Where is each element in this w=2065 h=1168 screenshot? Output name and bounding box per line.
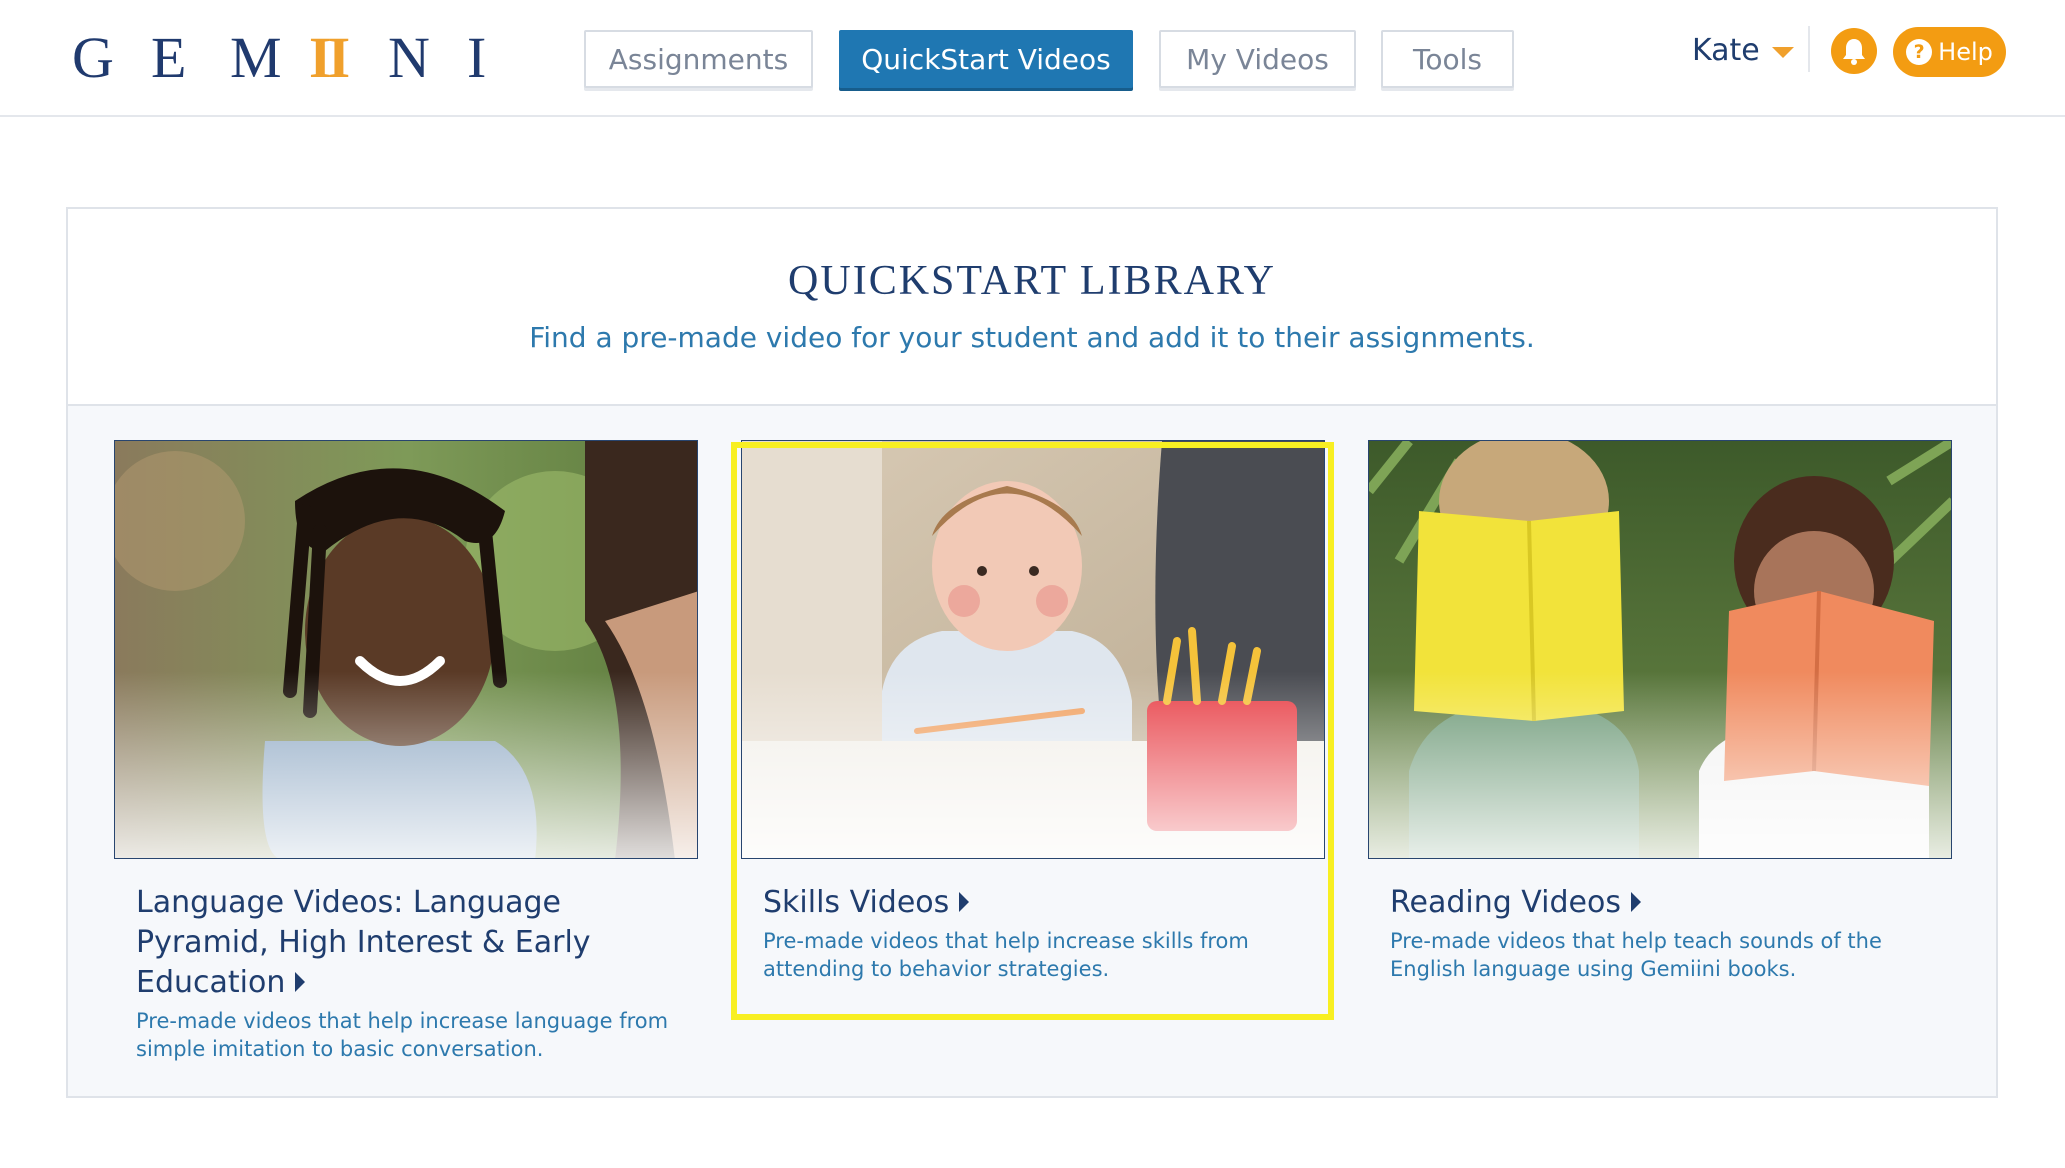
logo-letter: II xyxy=(309,24,350,90)
card-title-text: Skills Videos xyxy=(763,885,950,920)
language-videos-image[interactable] xyxy=(114,440,698,859)
library-header: QUICKSTART LIBRARY Find a pre-made video… xyxy=(68,209,1996,406)
nav-label: My Videos xyxy=(1186,42,1329,76)
page-title: QUICKSTART LIBRARY xyxy=(788,258,1276,304)
card-title[interactable]: Language Videos: Language Pyramid, High … xyxy=(136,883,676,1003)
reading-videos-image[interactable] xyxy=(1368,440,1952,859)
logo-letter: E xyxy=(151,24,187,90)
logo-letter: N xyxy=(388,24,430,90)
top-header: G E M II N I Assignments QuickStart Vide… xyxy=(0,0,2065,117)
logo-letter: G xyxy=(72,24,114,90)
chevron-down-icon xyxy=(1771,46,1794,58)
nav-label: Tools xyxy=(1413,42,1482,76)
card-description: Pre-made videos that help increase langu… xyxy=(136,1009,669,1061)
card-language-videos[interactable]: Language Videos: Language Pyramid, High … xyxy=(114,440,698,1063)
card-title[interactable]: Reading Videos xyxy=(1390,883,1930,923)
user-name: Kate xyxy=(1692,32,1760,68)
quickstart-library-panel: QUICKSTART LIBRARY Find a pre-made video… xyxy=(66,207,1998,1098)
card-reading-videos[interactable]: Reading Videos Pre-made videos that help… xyxy=(1368,440,1952,983)
card-skills-videos[interactable]: Skills Videos Pre-made videos that help … xyxy=(741,440,1325,983)
bell-icon xyxy=(1843,39,1865,65)
gemiini-logo[interactable]: G E M II N I xyxy=(72,24,497,90)
nav-label: Assignments xyxy=(608,42,789,76)
nav-my-videos-button[interactable]: My Videos xyxy=(1159,30,1356,88)
help-icon: ? xyxy=(1906,39,1933,65)
caret-right-icon xyxy=(1631,892,1641,912)
page-subtitle: Find a pre-made video for your student a… xyxy=(529,321,1535,354)
nav-quickstart-videos-button[interactable]: QuickStart Videos xyxy=(839,30,1133,88)
card-title-text: Language Videos: Language Pyramid, High … xyxy=(136,885,591,1000)
logo-letter: I xyxy=(467,24,487,90)
nav-label: QuickStart Videos xyxy=(861,42,1111,76)
header-divider xyxy=(1808,26,1810,72)
logo-letter: M xyxy=(230,24,282,90)
caret-right-icon xyxy=(959,892,970,912)
user-menu[interactable]: Kate xyxy=(1692,30,1794,70)
card-description: Pre-made videos that help teach sounds o… xyxy=(1390,929,1882,981)
nav-tools-button[interactable]: Tools xyxy=(1381,30,1514,88)
nav-assignments-button[interactable]: Assignments xyxy=(584,30,813,88)
skills-videos-image[interactable] xyxy=(741,440,1325,859)
help-button[interactable]: ? Help xyxy=(1893,27,2006,77)
help-label: Help xyxy=(1938,38,1993,66)
card-title[interactable]: Skills Videos xyxy=(763,883,1303,923)
notifications-button[interactable] xyxy=(1831,28,1877,74)
card-description: Pre-made videos that help increase skill… xyxy=(763,929,1249,981)
caret-right-icon xyxy=(295,972,306,992)
card-title-text: Reading Videos xyxy=(1390,885,1621,920)
